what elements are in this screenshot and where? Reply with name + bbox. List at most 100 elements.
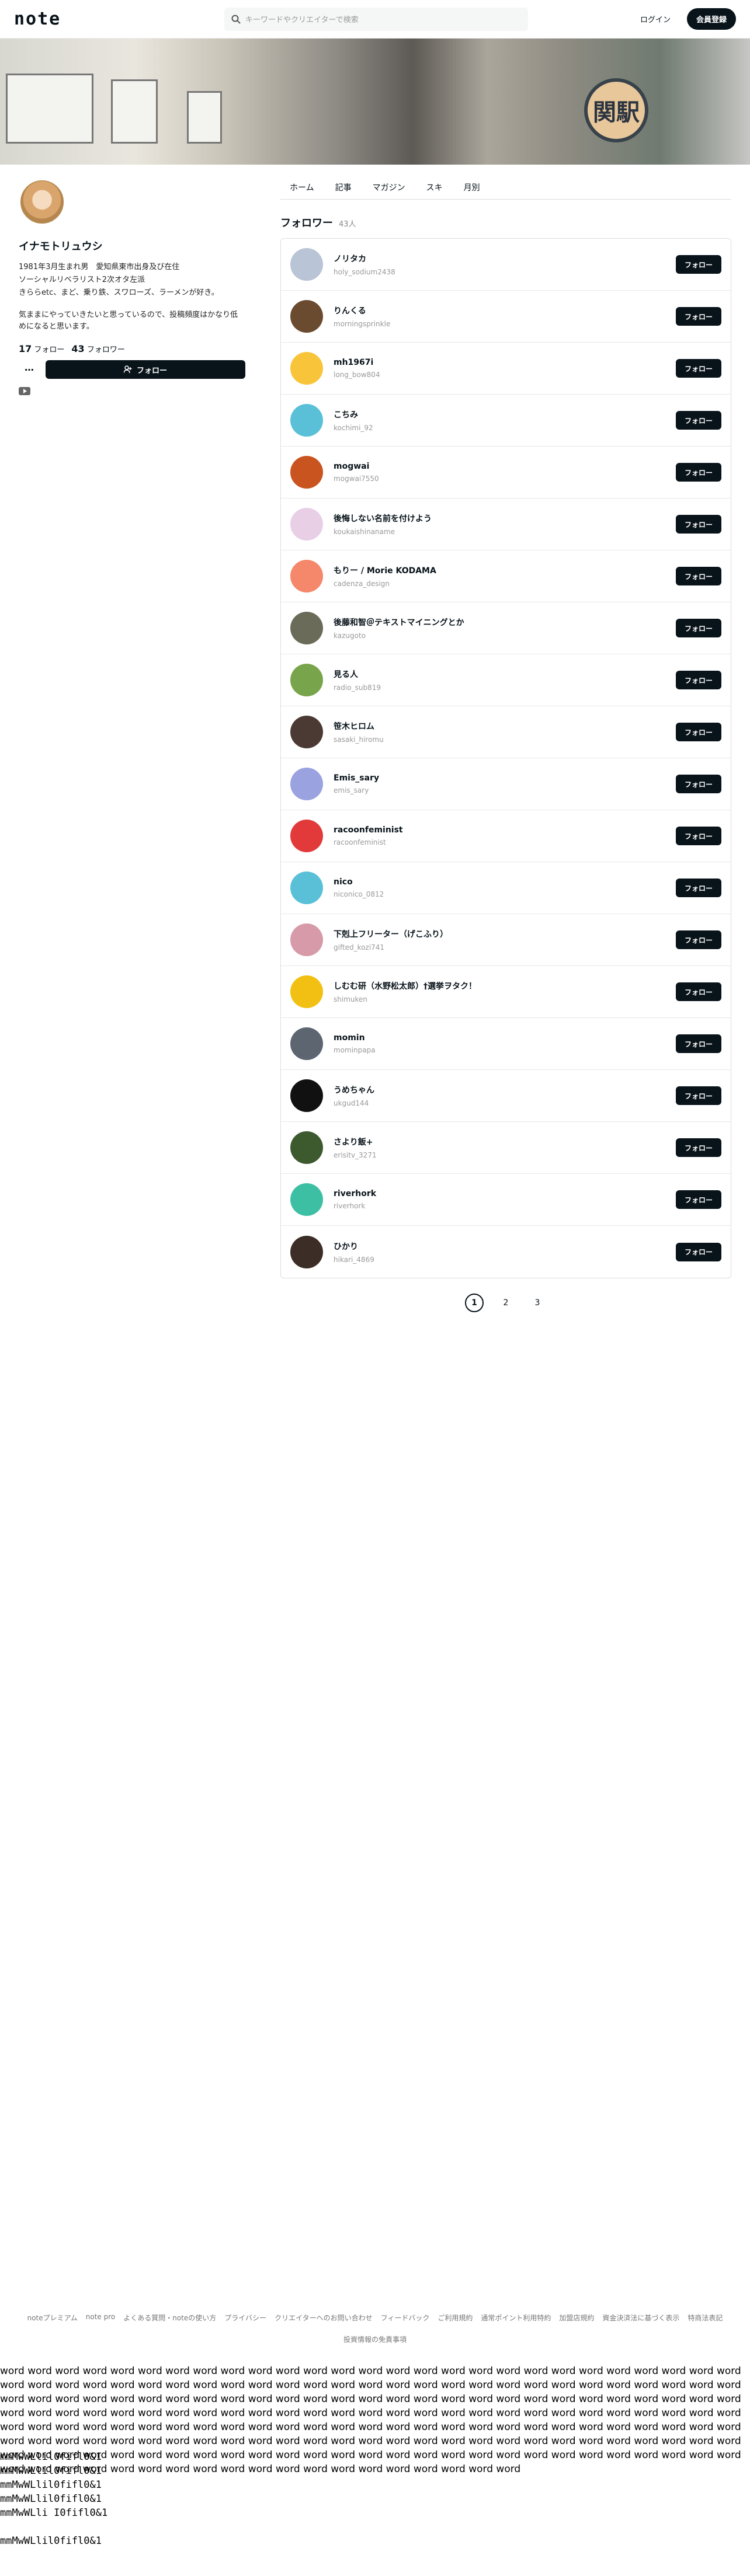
footer-link[interactable]: note pro — [86, 2313, 115, 2323]
signup-button[interactable]: 会員登録 — [686, 8, 736, 30]
follower-name[interactable]: 後悔しない名前を付けよう — [334, 513, 676, 524]
follower-avatar[interactable] — [290, 1235, 323, 1268]
follow-button[interactable]: フォロー — [676, 930, 721, 949]
follower-avatar[interactable] — [290, 1027, 323, 1060]
follower-avatar[interactable] — [290, 508, 323, 541]
tab-magazine[interactable]: マガジン — [373, 182, 405, 193]
follower-row: さより飯+ erisitv_3271 フォロー — [281, 1122, 731, 1174]
search-input[interactable]: キーワードやクリエイターで検索 — [224, 7, 528, 31]
follower-avatar[interactable] — [290, 1079, 323, 1112]
follower-name[interactable]: こちみ — [334, 409, 676, 420]
follow-button[interactable]: フォロー — [676, 827, 721, 845]
tab-articles[interactable]: 記事 — [335, 182, 352, 193]
follower-name[interactable]: mogwai — [334, 462, 676, 471]
follow-button[interactable]: フォロー — [676, 671, 721, 689]
follower-name[interactable]: 笹木ヒロム — [334, 720, 676, 732]
follower-avatar[interactable] — [290, 820, 323, 852]
follow-button[interactable]: フォロー — [676, 1138, 721, 1157]
page-3[interactable]: 3 — [528, 1294, 547, 1312]
note-logo[interactable]: note — [14, 9, 224, 29]
follower-avatar[interactable] — [290, 352, 323, 385]
follow-button[interactable]: フォロー — [676, 567, 721, 585]
follower-name[interactable]: 後藤和智＠テキストマイニングとか — [334, 616, 676, 628]
follower-name[interactable]: ひかり — [334, 1240, 676, 1252]
follower-name[interactable]: 下剋上フリーター（げこふり） — [334, 928, 676, 940]
follower-name[interactable]: nico — [334, 877, 676, 887]
follow-button[interactable]: フォロー — [676, 982, 721, 1001]
footer-link[interactable]: noteプレミアム — [27, 2313, 78, 2323]
following-count[interactable]: 17 フォロー — [19, 343, 64, 354]
follower-avatar[interactable] — [290, 664, 323, 696]
follow-button[interactable]: フォロー — [676, 619, 721, 637]
follow-button[interactable]: フォロー — [676, 723, 721, 741]
follower-avatar[interactable] — [290, 716, 323, 748]
follow-button[interactable]: フォロー — [676, 775, 721, 793]
follower-avatar[interactable] — [290, 872, 323, 904]
follow-button[interactable]: フォロー — [676, 1086, 721, 1105]
follower-avatar[interactable] — [290, 560, 323, 592]
footer-link[interactable]: よくある質問・noteの使い方 — [123, 2313, 216, 2323]
follower-id: gifted_kozi741 — [334, 943, 385, 951]
follow-button[interactable]: フォロー — [676, 1034, 721, 1053]
footer-link[interactable]: 特商法表記 — [688, 2313, 723, 2323]
follower-name[interactable]: うめちゃん — [334, 1084, 676, 1096]
follow-button[interactable]: フォロー — [676, 515, 721, 534]
mono-line: mmMwWLli I0fifl0&1 — [0, 2507, 108, 2519]
footer-link[interactable]: 通常ポイント利用特約 — [481, 2313, 551, 2323]
follow-button[interactable]: フォロー — [676, 879, 721, 897]
follow-button[interactable]: フォロー — [676, 255, 721, 274]
footer-link[interactable]: プライバシー — [224, 2313, 266, 2323]
follower-avatar[interactable] — [290, 768, 323, 800]
footer-link[interactable]: フィードバック — [381, 2313, 430, 2323]
building-door — [187, 91, 222, 144]
follower-name[interactable]: mh1967i — [334, 358, 676, 367]
footer-link[interactable]: ご利用規約 — [438, 2313, 473, 2323]
follower-row: racoonfeminist racoonfeminist フォロー — [281, 810, 731, 862]
bio-line — [19, 300, 245, 308]
footer-link[interactable]: クリエイターへのお問い合わせ — [275, 2313, 373, 2323]
page-2[interactable]: 2 — [496, 1294, 515, 1312]
follower-name[interactable]: momin — [334, 1033, 676, 1043]
follow-button[interactable]: フォロー — [676, 1190, 721, 1209]
follow-button[interactable]: フォロー — [676, 307, 721, 326]
tab-monthly[interactable]: 月別 — [464, 182, 480, 193]
follower-avatar[interactable] — [290, 612, 323, 644]
profile-sidebar: イナモトリュウシ 1981年3月生まれ男 愛知県東市出身及び在住 ソーシャルリベ… — [19, 165, 245, 1312]
follower-name[interactable]: riverhork — [334, 1189, 676, 1198]
follower-name[interactable]: しむむ研（水野松太郎）†選挙ヲタク！ — [334, 980, 676, 992]
page-1[interactable]: 1 — [465, 1294, 484, 1312]
tab-likes[interactable]: スキ — [426, 182, 443, 193]
follower-avatar[interactable] — [290, 923, 323, 956]
more-menu-button[interactable]: … — [19, 360, 40, 379]
youtube-icon[interactable] — [19, 387, 30, 395]
follower-row: Emis_sary emis_sary フォロー — [281, 758, 731, 810]
follow-button[interactable]: フォロー — [676, 411, 721, 430]
follower-name[interactable]: もりー / Morie KODAMA — [334, 564, 676, 576]
footer-disclaimer[interactable]: 投資情報の免責事項 — [0, 2334, 750, 2344]
follow-button[interactable]: フォロー — [46, 360, 245, 379]
follower-name[interactable]: りんくる — [334, 305, 676, 316]
follower-avatar[interactable] — [290, 300, 323, 333]
follower-avatar[interactable] — [290, 248, 323, 281]
bio-line: ソーシャルリベラリスト2次オタ左派 — [19, 276, 145, 284]
footer-link[interactable]: 資金決済法に基づく表示 — [602, 2313, 679, 2323]
mono-text: mmMwWLlil0fifl0&1 mmMwWLlil0fifl0&1 mmMwWL… — [0, 2450, 107, 2548]
follower-name[interactable]: 見る人 — [334, 668, 676, 680]
follow-button[interactable]: フォロー — [676, 463, 721, 482]
follow-button[interactable]: フォロー — [676, 359, 721, 378]
follower-id: mogwai7550 — [334, 475, 379, 483]
tab-home[interactable]: ホーム — [290, 182, 314, 193]
footer-link[interactable]: 加盟店規約 — [559, 2313, 594, 2323]
login-button[interactable]: ログイン — [633, 9, 678, 29]
follower-name[interactable]: Emis_sary — [334, 773, 676, 783]
follower-avatar[interactable] — [290, 975, 323, 1008]
follower-avatar[interactable] — [290, 1131, 323, 1164]
follower-avatar[interactable] — [290, 456, 323, 489]
follower-name[interactable]: racoonfeminist — [334, 825, 676, 835]
follow-button[interactable]: フォロー — [676, 1242, 721, 1261]
follower-name[interactable]: さより飯+ — [334, 1136, 676, 1148]
follower-name[interactable]: ノリタカ — [334, 253, 676, 264]
followers-count[interactable]: 43 フォロワー — [71, 343, 124, 354]
follower-avatar[interactable] — [290, 1183, 323, 1216]
follower-avatar[interactable] — [290, 404, 323, 437]
